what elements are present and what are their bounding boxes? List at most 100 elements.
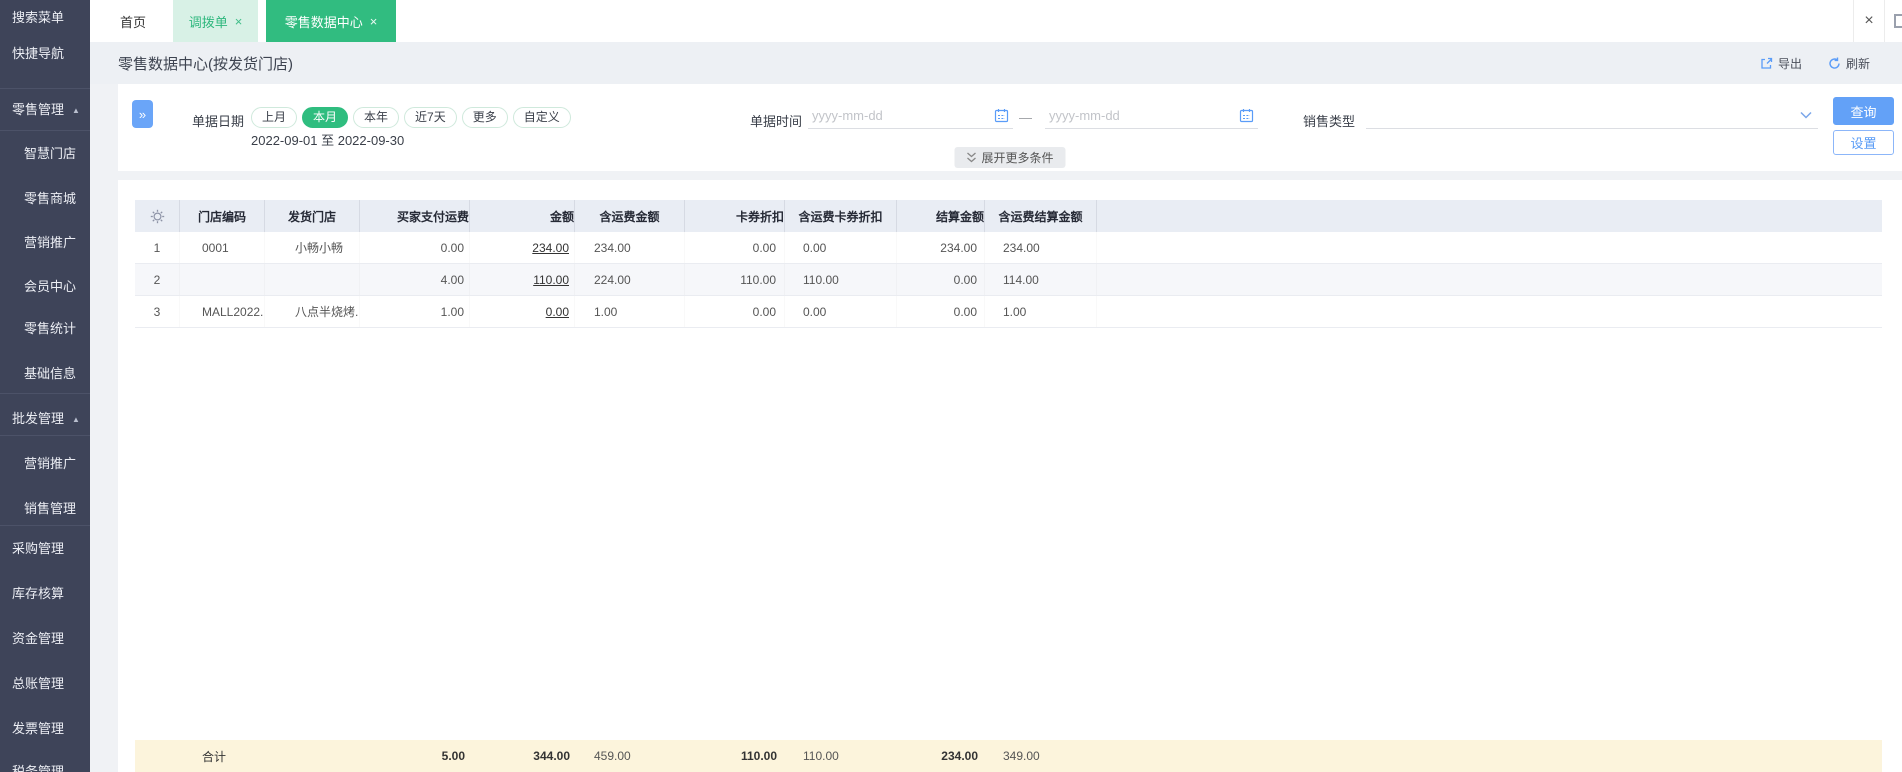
start-date-input[interactable]: yyyy-mm-dd (808, 102, 1013, 129)
sidebar-item-label: 采购管理 (12, 541, 65, 556)
cell-coupon-with-shipping: 0.00 (785, 232, 897, 263)
date-option-custom[interactable]: 自定义 (512, 107, 571, 128)
summary-filler (1097, 740, 1882, 772)
time-filter-label: 单据时间 (750, 114, 803, 129)
sidebar-item-label: 发票管理 (12, 721, 65, 736)
date-option-this-year[interactable]: 本年 (353, 107, 400, 128)
sidebar-item-quick-nav[interactable]: 快捷导航 (0, 44, 90, 64)
tab-transfer-order[interactable]: 调拨单 × (173, 0, 258, 42)
column-header-settlement[interactable]: 结算金额 (897, 200, 985, 232)
start-date-placeholder: yyyy-mm-dd (812, 107, 883, 123)
sidebar-item-sales-mgmt[interactable]: 销售管理 (0, 499, 90, 519)
cell-ship-store: 小畅小畅 (265, 232, 360, 263)
cell-filler (1097, 232, 1882, 263)
cell-filler (1097, 296, 1882, 327)
cell-settlement-with-shipping: 114.00 (985, 264, 1097, 295)
sidebar-item-wholesale-marketing[interactable]: 营销推广 (0, 454, 90, 474)
column-header-store-code[interactable]: 门店编码 (180, 200, 265, 232)
export-icon (1761, 57, 1773, 69)
date-option-more[interactable]: 更多 (461, 107, 508, 128)
filter-panel: » 单据日期 上月 本月 本年 近7天 更多 自定义 2022-09-01 至 … (118, 84, 1902, 171)
column-header-amount[interactable]: 金额 (470, 200, 575, 232)
settings-button[interactable]: 设置 (1833, 130, 1894, 155)
sidebar-group-wholesale-mgmt[interactable]: 批发管理 ▲ (0, 409, 90, 429)
tab-close-icon[interactable]: × (235, 15, 243, 28)
sidebar-item-funds-mgmt[interactable]: 资金管理 (0, 629, 90, 649)
sidebar-item-retail-stats[interactable]: 零售统计 (0, 319, 90, 339)
sidebar-item-member-center[interactable]: 会员中心 (0, 277, 90, 297)
calendar-icon[interactable] (994, 108, 1009, 123)
amount-link[interactable]: 0.00 (546, 305, 569, 319)
sidebar-item-marketing[interactable]: 营销推广 (0, 233, 90, 253)
refresh-button[interactable]: 刷新 (1828, 55, 1870, 72)
date-option-last-month[interactable]: 上月 (251, 107, 298, 128)
column-header-ship-store[interactable]: 发货门店 (265, 200, 360, 232)
column-header-amount-with-shipping[interactable]: 含运费金额 (575, 200, 685, 232)
cell-settlement-with-shipping: 1.00 (985, 296, 1097, 327)
amount-link[interactable]: 110.00 (533, 273, 569, 287)
cell-amount: 0.00 (470, 296, 575, 327)
cell-amount-with-shipping: 224.00 (575, 264, 685, 295)
summary-amount: 344.00 (533, 749, 570, 763)
sidebar-item-retail-mall[interactable]: 零售商城 (0, 189, 90, 209)
table-row[interactable]: 1 0001 小畅小畅 0.00 234.00 234.00 0.00 0.00… (135, 232, 1882, 264)
export-button[interactable]: 导出 (1760, 55, 1802, 72)
column-header-settlement-with-shipping[interactable]: 含运费结算金额 (985, 200, 1097, 232)
cell-filler (1097, 264, 1882, 295)
sidebar-group-retail-mgmt[interactable]: 零售管理 ▲ (0, 100, 90, 120)
tab-close-icon[interactable]: × (370, 15, 378, 28)
page-title: 零售数据中心(按发货门店) (118, 55, 293, 73)
column-header-buyer-shipping[interactable]: 买家支付运费 (360, 200, 470, 232)
sidebar-item-smart-store[interactable]: 智慧门店 (0, 144, 90, 164)
tab-home[interactable]: 首页 (96, 0, 170, 42)
sidebar-item-label: 库存核算 (12, 586, 65, 601)
sidebar-item-purchase-mgmt[interactable]: 采购管理 (0, 539, 90, 559)
date-option-last-7-days[interactable]: 近7天 (404, 107, 457, 128)
sidebar-item-invoice-mgmt[interactable]: 发票管理 (0, 719, 90, 739)
window-close-button[interactable]: × (1853, 0, 1885, 42)
cell-amount-with-shipping: 234.00 (575, 232, 685, 263)
sidebar: 搜索菜单 快捷导航 零售管理 ▲ 智慧门店 零售商城 营销推广 会员中心 零售统计… (0, 0, 90, 772)
column-header-coupon-discount[interactable]: 卡券折扣 (685, 200, 785, 232)
date-filter-label: 单据日期 (192, 114, 245, 129)
sidebar-item-label: 零售统计 (24, 321, 77, 336)
cell-amount: 234.00 (470, 232, 575, 263)
sidebar-divider (0, 393, 90, 394)
data-table-panel: 门店编码 发货门店 买家支付运费 金额 含运费金额 卡券折扣 含运费卡券折扣 结… (118, 180, 1902, 772)
sidebar-item-basic-info[interactable]: 基础信息 (0, 364, 90, 384)
sidebar-divider (0, 130, 90, 131)
double-chevron-down-icon (967, 152, 976, 163)
summary-spacer (135, 740, 180, 772)
tab-label: 调拨单 (188, 14, 228, 30)
expand-more-filters-button[interactable]: 展开更多条件 (954, 147, 1066, 168)
calendar-icon[interactable] (1239, 108, 1254, 123)
collapse-arrow-icon: ▲ (72, 106, 80, 115)
column-header-coupon-with-shipping[interactable]: 含运费卡券折扣 (785, 200, 897, 232)
double-chevron-right-icon: » (138, 106, 147, 122)
table-row[interactable]: 2 4.00 110.00 224.00 110.00 110.00 0.00 … (135, 264, 1882, 296)
sidebar-item-inventory-accounting[interactable]: 库存核算 (0, 584, 90, 604)
sidebar-item-label: 批发管理 (12, 411, 65, 426)
table-row[interactable]: 3 MALL2022... 八点半烧烤... 1.00 0.00 1.00 0.… (135, 296, 1882, 328)
expand-more-filters-label: 展开更多条件 (981, 151, 1054, 165)
summary-label: 合计 (202, 749, 227, 764)
sale-type-select[interactable] (1366, 102, 1818, 129)
sidebar-item-tax-mgmt[interactable]: 税务管理 (0, 762, 90, 772)
cell-settlement-with-shipping: 234.00 (985, 232, 1097, 263)
end-date-input[interactable]: yyyy-mm-dd (1045, 102, 1258, 129)
tab-label: 首页 (119, 14, 146, 30)
fullscreen-icon[interactable] (1894, 14, 1902, 28)
close-icon: × (1864, 12, 1874, 29)
column-settings-button[interactable] (135, 200, 180, 232)
sidebar-item-label: 零售管理 (12, 102, 65, 117)
app-root: { "sidebar": { "items": [ { "label": "搜索… (0, 0, 1902, 772)
cell-store-code: 0001 (180, 232, 265, 263)
query-button[interactable]: 查询 (1833, 97, 1894, 125)
amount-link[interactable]: 234.00 (532, 241, 569, 255)
sidebar-item-search-menu[interactable]: 搜索菜单 (0, 8, 90, 28)
collapse-panel-button[interactable]: » (132, 100, 153, 128)
date-option-this-month[interactable]: 本月 (302, 107, 349, 128)
tab-retail-data-center[interactable]: 零售数据中心 × (266, 0, 396, 42)
cell-settlement: 234.00 (897, 232, 985, 263)
sidebar-item-general-ledger[interactable]: 总账管理 (0, 674, 90, 694)
